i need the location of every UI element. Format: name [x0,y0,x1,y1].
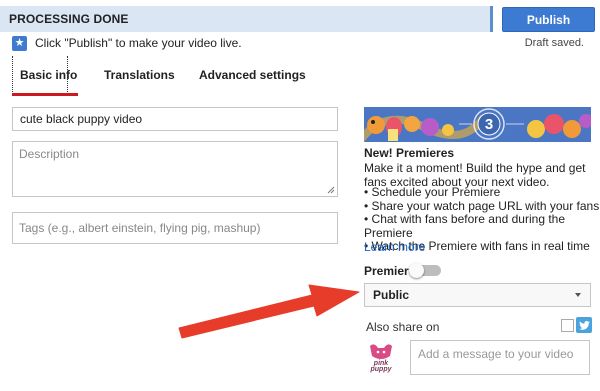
processing-status-text: PROCESSING DONE [9,12,129,26]
premieres-feature: Schedule your Premiere [364,185,600,200]
description-field[interactable]: Description [12,141,338,197]
title-input[interactable] [12,107,338,131]
premieres-title: New! Premieres [364,146,455,160]
avatar-text: pink puppy [370,360,392,373]
learn-more-link[interactable]: Learn more [364,240,425,254]
resize-grip-icon[interactable] [327,186,335,194]
twitter-icon[interactable] [576,317,592,333]
premieres-feature: Share your watch page URL with your fans [364,199,600,214]
also-share-label: Also share on [366,320,440,334]
premiere-toggle-label: Premiere [364,264,416,278]
tab-advanced-settings[interactable]: Advanced settings [199,56,306,94]
active-tab-indicator [12,93,78,96]
tab-basic-info[interactable]: Basic info [12,56,77,94]
privacy-select[interactable]: Public [364,283,591,307]
star-icon: ★ [12,35,27,51]
description-placeholder: Description [19,147,80,161]
privacy-selected-value: Public [373,288,410,302]
share-message-placeholder: Add a message to your video [418,347,574,361]
premieres-banner: 3 [364,107,591,142]
processing-status-bar: PROCESSING DONE [0,6,493,32]
premiere-toggle-knob [409,263,424,278]
publish-button[interactable]: Publish [502,7,595,32]
dropdown-arrow-icon [575,293,581,297]
tab-translations[interactable]: Translations [104,56,175,94]
premiere-toggle[interactable] [409,263,441,278]
share-message-field[interactable]: Add a message to your video [410,340,590,375]
share-checkbox[interactable] [561,319,574,332]
tags-placeholder: Tags (e.g., albert einstein, flying pig,… [19,221,261,235]
publish-hint-text: Click "Publish" to make your video live. [35,36,242,50]
publish-hint: ★ Click "Publish" to make your video liv… [12,35,242,51]
premieres-feature: Chat with fans before and during the Pre… [364,212,600,240]
premieres-banner-number: 3 [485,116,493,133]
draft-status: Draft saved. [524,37,584,49]
tags-field[interactable]: Tags (e.g., albert einstein, flying pig,… [12,212,338,244]
